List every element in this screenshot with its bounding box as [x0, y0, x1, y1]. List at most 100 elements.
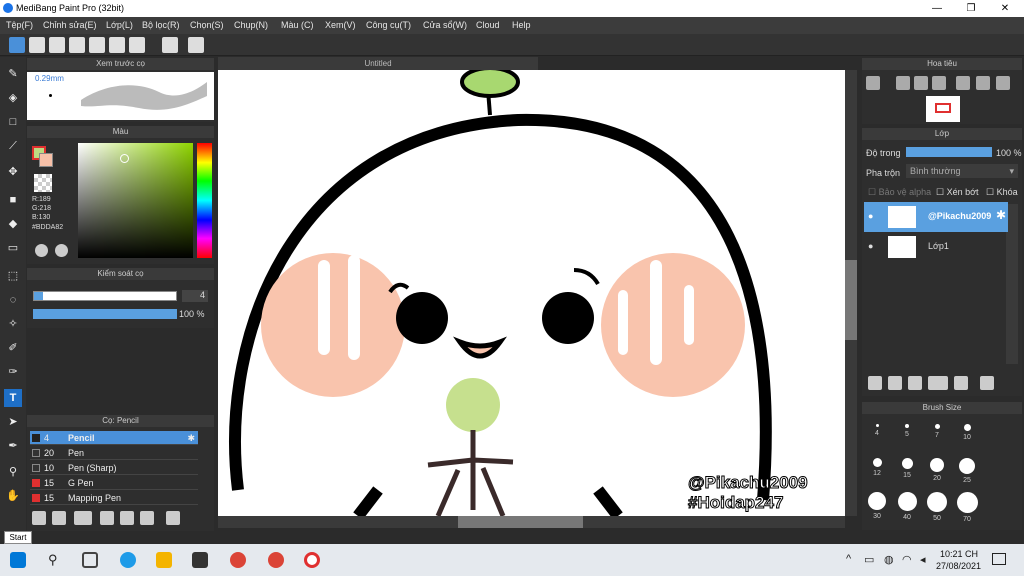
layer-opacity-slider[interactable]	[906, 147, 992, 157]
menu-color[interactable]: Màu (C)	[281, 20, 314, 30]
clock-date[interactable]: 27/08/2021	[936, 561, 981, 571]
menu-window[interactable]: Cửa sổ(W)	[423, 20, 467, 30]
minimize-button[interactable]: —	[920, 0, 954, 17]
chrome-icon[interactable]	[230, 552, 246, 568]
brush-size-option[interactable]: 15	[894, 452, 920, 486]
menu-help[interactable]: Help	[512, 20, 531, 30]
wifi-icon[interactable]: ◠	[902, 553, 912, 566]
gradient-tool-icon[interactable]: ▭	[4, 239, 22, 257]
menu-edit[interactable]: Chỉnh sửa(E)	[43, 20, 97, 30]
battery-icon[interactable]: ▭	[864, 553, 874, 566]
menu-cloud[interactable]: Cloud	[476, 20, 500, 30]
line-tool-icon[interactable]: ⟋	[4, 137, 22, 155]
select-pen-icon[interactable]: ✐	[4, 339, 22, 357]
folder-icon[interactable]	[120, 511, 134, 525]
new-brush-icon[interactable]	[52, 511, 66, 525]
layer-row[interactable]: ● Lớp1	[864, 232, 1008, 262]
operation-tool-icon[interactable]: ➤	[4, 413, 22, 431]
color-wheel-icon[interactable]	[55, 244, 68, 257]
new-layer-icon[interactable]	[868, 376, 882, 390]
menu-tools[interactable]: Công cụ(T)	[366, 20, 411, 30]
menu-file[interactable]: Tệp(F)	[6, 20, 33, 30]
brush-item[interactable]: 10 Pen (Sharp)	[30, 461, 198, 475]
lock-checkbox[interactable]: ☐ Khóa	[986, 187, 1018, 198]
brush-item[interactable]: 20 Pen	[30, 446, 198, 460]
zoom-plus-icon[interactable]	[896, 76, 910, 90]
windows-start-icon[interactable]	[10, 552, 26, 568]
canvas-horizontal-scrollbar[interactable]	[218, 516, 845, 528]
brush-size-option[interactable]: 50	[924, 490, 950, 524]
undo-icon[interactable]	[162, 37, 178, 53]
medibang-taskbar-icon[interactable]	[304, 552, 320, 568]
lasso-tool-icon[interactable]: ◌	[4, 291, 22, 309]
menu-capture[interactable]: Chụp(N)	[234, 20, 268, 30]
layer-menu-icon[interactable]	[928, 376, 948, 390]
network-icon[interactable]: ◍	[884, 553, 894, 566]
search-icon[interactable]: ⚲	[48, 552, 64, 568]
canvas-vertical-scrollbar[interactable]	[845, 70, 857, 516]
menu-view[interactable]: Xem(V)	[325, 20, 356, 30]
menu-select[interactable]: Chọn(S)	[190, 20, 224, 30]
brush-settings-gear-icon[interactable]: ✱	[187, 431, 195, 445]
menu-layer[interactable]: Lớp(L)	[106, 20, 133, 30]
brush-settings-icon[interactable]	[100, 511, 114, 525]
share-icon[interactable]	[29, 37, 45, 53]
zoom-in-icon[interactable]	[866, 76, 880, 90]
brush-tool-icon[interactable]: ✎	[4, 65, 22, 83]
text-tool-icon[interactable]: T	[4, 389, 22, 407]
list-icon[interactable]	[109, 37, 125, 53]
rectangle-tool-icon[interactable]: □	[4, 113, 22, 131]
brush-menu-icon[interactable]	[74, 511, 92, 525]
document-icon[interactable]	[89, 37, 105, 53]
task-view-icon[interactable]	[82, 552, 98, 568]
close-button[interactable]: ✕	[988, 0, 1022, 17]
transparent-color-icon[interactable]	[34, 174, 52, 192]
brush-size-option[interactable]: 70	[954, 490, 980, 524]
layer-row[interactable]: ● @Pikachu2009 ✱	[864, 202, 1008, 232]
palette-icon[interactable]	[35, 244, 48, 257]
select-eraser-icon[interactable]: ✑	[4, 363, 22, 381]
eye-icon[interactable]: ●	[868, 241, 873, 251]
fit-icon[interactable]	[914, 76, 928, 90]
brush-size-option[interactable]: 40	[894, 490, 920, 524]
clock-time[interactable]: 10:21 CH	[940, 549, 978, 559]
duplicate-icon[interactable]	[140, 511, 154, 525]
rotate-right-icon[interactable]	[996, 76, 1010, 90]
cloud-icon[interactable]	[9, 37, 25, 53]
merge-layer-icon[interactable]	[908, 376, 922, 390]
hand-tool-icon[interactable]: ✋	[4, 487, 22, 505]
clip-checkbox[interactable]: ☐ Xén bớt	[936, 187, 979, 198]
move-tool-icon[interactable]: ✥	[4, 163, 22, 181]
navigator-thumbnail[interactable]	[926, 96, 960, 122]
brush-item[interactable]: 4 Pencil ✱	[30, 431, 198, 445]
bucket-tool-icon[interactable]: ◆	[4, 215, 22, 233]
brush-size-option[interactable]: 4	[864, 418, 890, 452]
copy-layer-icon[interactable]	[888, 376, 902, 390]
canvas-tab[interactable]: Untitled	[218, 57, 538, 70]
brush-item[interactable]: 15 G Pen	[30, 476, 198, 490]
edge-icon[interactable]	[120, 552, 136, 568]
eye-icon[interactable]: ●	[868, 211, 873, 221]
color-picker-cursor[interactable]	[120, 154, 129, 163]
layer-duplicate-icon[interactable]	[980, 376, 994, 390]
zoom-out-icon[interactable]	[932, 76, 946, 90]
rotate-left-icon[interactable]	[956, 76, 970, 90]
brush-size-value[interactable]: 4	[182, 290, 208, 302]
menu-filter[interactable]: Bộ lọc(R)	[142, 20, 180, 30]
store-icon[interactable]	[192, 552, 208, 568]
brush-size-option[interactable]: 10	[954, 418, 980, 452]
layer-settings-gear-icon[interactable]: ✱	[996, 208, 1006, 222]
fill-rect-tool-icon[interactable]: ■	[4, 191, 22, 209]
maximize-button[interactable]: ❐	[954, 0, 988, 17]
eyedropper-icon[interactable]: ⚲	[4, 463, 22, 481]
brush-size-option[interactable]: 12	[864, 452, 890, 486]
secondary-color-swatch[interactable]	[39, 153, 53, 167]
brush-size-option[interactable]: 7	[924, 418, 950, 452]
select-rect-icon[interactable]: ⬚	[4, 267, 22, 285]
message-icon[interactable]	[69, 37, 85, 53]
brush-opacity-slider[interactable]	[33, 309, 177, 319]
protect-alpha-checkbox[interactable]: ☐ Bảo vệ alpha	[868, 187, 931, 198]
add-brush-icon[interactable]	[32, 511, 46, 525]
brush-item[interactable]: 15 Mapping Pen	[30, 491, 198, 505]
drawing-canvas[interactable]: @Pikachu2009 #Hoidap247	[218, 70, 845, 516]
